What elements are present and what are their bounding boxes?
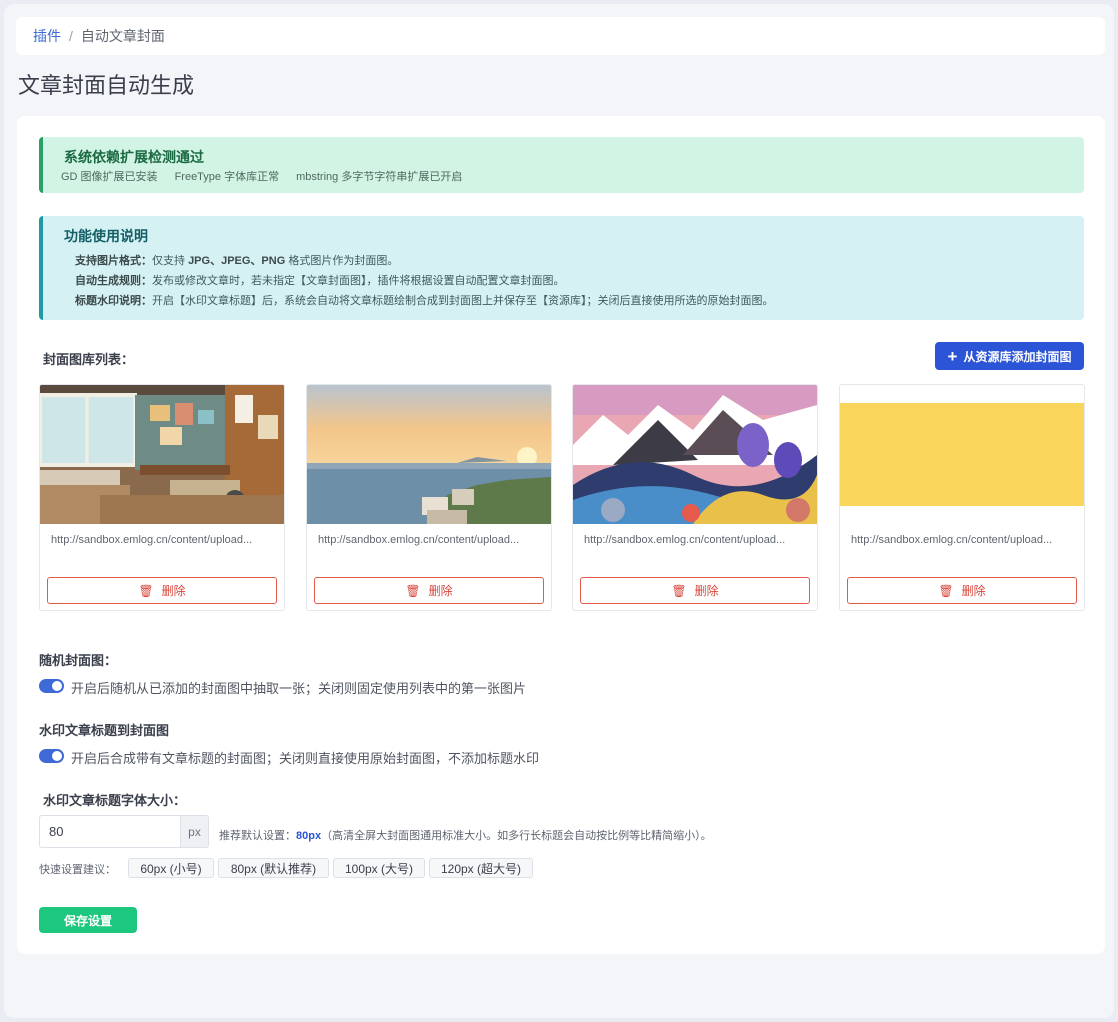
cover-url: http://sandbox.emlog.cn/content/upload..… bbox=[851, 534, 1053, 546]
quick-setting-label: 快速设置建议： bbox=[39, 864, 116, 876]
cover-card: http://sandbox.emlog.cn/content/upload..… bbox=[572, 384, 818, 611]
info-line-watermark: 标题水印说明：开启【水印文章标题】后，系统会自动将文章标题绘制合成到封面图上并保… bbox=[75, 292, 774, 308]
breadcrumb-current: 自动文章封面 bbox=[80, 28, 165, 44]
plus-icon: + bbox=[947, 346, 958, 366]
hint-suffix: （高清全屏大封面图通用标准大小。如多行长标题会自动按比例等比精简缩小）。 bbox=[321, 830, 712, 842]
watermark-toggle[interactable] bbox=[39, 749, 64, 763]
info-line-formats: 支持图片格式：仅支持 JPG、JPEG、PNG 格式图片作为封面图。 bbox=[75, 252, 398, 268]
info-label: 自动生成规则： bbox=[75, 275, 152, 287]
delete-cover-button[interactable]: 🗑 删除 bbox=[580, 577, 810, 604]
delete-cover-button[interactable]: 🗑 删除 bbox=[847, 577, 1077, 604]
hint-prefix: 推荐默认设置： bbox=[219, 830, 296, 842]
font-size-input[interactable] bbox=[39, 815, 180, 848]
preset-chip-120[interactable]: 120px (超大号) bbox=[429, 858, 533, 878]
info-label: 标题水印说明： bbox=[75, 295, 152, 307]
font-size-label: 水印文章标题字体大小： bbox=[43, 793, 187, 808]
info-line-rules: 自动生成规则：发布或修改文章时，若未指定【文章封面图】，插件将根据设置自动配置文… bbox=[75, 272, 565, 288]
info-label: 支持图片格式： bbox=[75, 255, 152, 267]
dependency-item-mbstring: mbstring 多字节字符串扩展已开启 bbox=[296, 171, 463, 183]
dependency-item-gd: GD 图像扩展已安装 bbox=[61, 171, 158, 183]
preset-chip-100[interactable]: 100px (大号) bbox=[333, 858, 425, 878]
watermark-description: 开启后合成带有文章标题的封面图；关闭则直接使用原始封面图，不添加标题水印 bbox=[71, 751, 540, 766]
breadcrumb-plugins-link[interactable]: 插件 bbox=[33, 26, 61, 46]
dependency-alert-title: 系统依赖扩展检测通过 bbox=[64, 149, 204, 165]
cover-image-seaside[interactable] bbox=[307, 385, 551, 524]
delete-label: 删除 bbox=[961, 584, 986, 598]
breadcrumb: 插件 / 自动文章封面 bbox=[16, 17, 1105, 55]
dependency-list: GD 图像扩展已安装 FreeType 字体库正常 mbstring 多字节字符… bbox=[61, 168, 462, 184]
cover-image-yellow[interactable] bbox=[840, 385, 1084, 524]
info-text: 开启【水印文章标题】后，系统会自动将文章标题绘制合成到封面图上并保存至【资源库】… bbox=[152, 295, 774, 307]
font-size-unit: px bbox=[180, 815, 209, 848]
info-bold: JPG、JPEG、PNG bbox=[188, 255, 286, 267]
usage-info-alert: 功能使用说明 支持图片格式：仅支持 JPG、JPEG、PNG 格式图片作为封面图… bbox=[39, 216, 1084, 320]
info-text: 发布或修改文章时，若未指定【文章封面图】，插件将根据设置自动配置文章封面图。 bbox=[152, 275, 565, 287]
trash-icon: 🗑 bbox=[938, 583, 954, 598]
save-settings-button[interactable]: 保存设置 bbox=[39, 907, 137, 933]
trash-icon: 🗑 bbox=[138, 583, 154, 598]
cover-url: http://sandbox.emlog.cn/content/upload..… bbox=[318, 534, 520, 546]
cover-card: http://sandbox.emlog.cn/content/upload..… bbox=[39, 384, 285, 611]
cover-card: http://sandbox.emlog.cn/content/upload..… bbox=[839, 384, 1085, 611]
info-text: 格式图片作为封面图。 bbox=[285, 255, 399, 267]
preset-chip-60[interactable]: 60px (小号) bbox=[128, 858, 214, 878]
add-cover-button[interactable]: + 从资源库添加封面图 bbox=[935, 342, 1084, 370]
cover-url: http://sandbox.emlog.cn/content/upload..… bbox=[51, 534, 253, 546]
gallery-label: 封面图库列表： bbox=[43, 352, 135, 367]
cover-image-room[interactable] bbox=[40, 385, 284, 524]
trash-icon: 🗑 bbox=[671, 583, 687, 598]
add-cover-label: 从资源库添加封面图 bbox=[963, 349, 1072, 364]
dependency-alert: 系统依赖扩展检测通过 GD 图像扩展已安装 FreeType 字体库正常 mbs… bbox=[39, 137, 1084, 193]
page-title: 文章封面自动生成 bbox=[18, 73, 195, 98]
font-size-hint: 推荐默认设置：80px（高清全屏大封面图通用标准大小。如多行长标题会自动按比例等… bbox=[219, 827, 712, 843]
random-cover-description: 开启后随机从已添加的封面图中抽取一张；关闭则固定使用列表中的第一张图片 bbox=[71, 681, 527, 696]
cover-url: http://sandbox.emlog.cn/content/upload..… bbox=[584, 534, 786, 546]
random-cover-toggle[interactable] bbox=[39, 679, 64, 693]
dependency-item-freetype: FreeType 字体库正常 bbox=[174, 171, 280, 183]
delete-cover-button[interactable]: 🗑 删除 bbox=[314, 577, 544, 604]
page-frame: 插件 / 自动文章封面 文章封面自动生成 系统依赖扩展检测通过 GD 图像扩展已… bbox=[4, 4, 1114, 1018]
info-text: 仅支持 bbox=[152, 255, 189, 267]
trash-icon: 🗑 bbox=[405, 583, 421, 598]
breadcrumb-separator: / bbox=[69, 28, 73, 44]
random-cover-label: 随机封面图： bbox=[39, 653, 118, 668]
delete-label: 删除 bbox=[161, 584, 186, 598]
delete-label: 删除 bbox=[428, 584, 453, 598]
watermark-label: 水印文章标题到封面图 bbox=[39, 723, 170, 738]
cover-card: http://sandbox.emlog.cn/content/upload..… bbox=[306, 384, 552, 611]
hint-value: 80px bbox=[296, 830, 322, 842]
usage-info-title: 功能使用说明 bbox=[64, 228, 148, 244]
delete-label: 删除 bbox=[694, 584, 719, 598]
cover-image-mountains[interactable] bbox=[573, 385, 817, 524]
delete-cover-button[interactable]: 🗑 删除 bbox=[47, 577, 277, 604]
settings-card: 系统依赖扩展检测通过 GD 图像扩展已安装 FreeType 字体库正常 mbs… bbox=[17, 116, 1105, 954]
preset-chip-80[interactable]: 80px (默认推荐) bbox=[218, 858, 329, 878]
